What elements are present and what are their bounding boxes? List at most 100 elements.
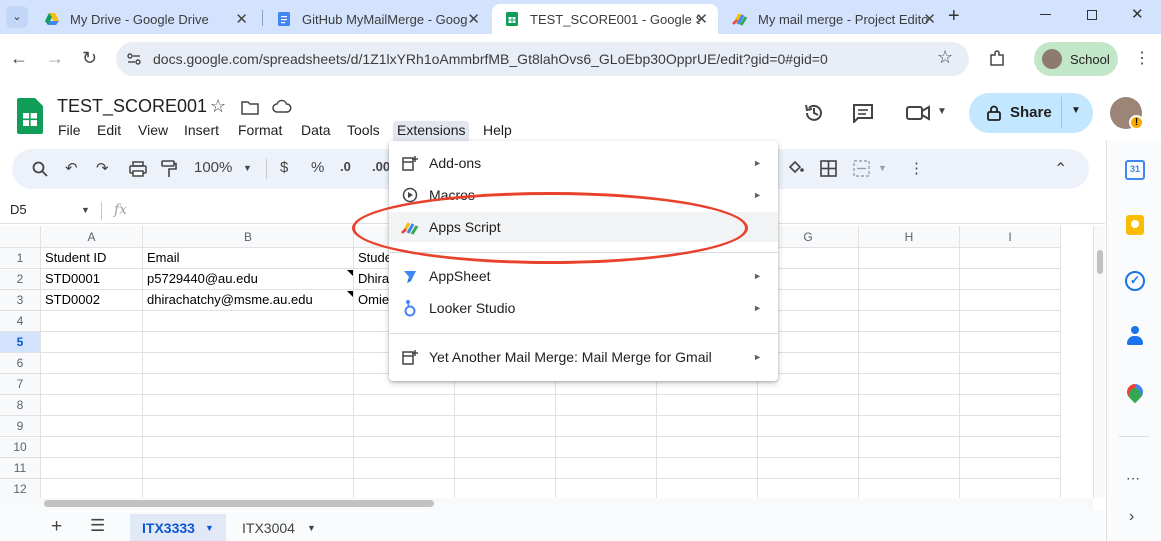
cell-i7[interactable] — [960, 374, 1061, 395]
row-header-4[interactable]: 4 — [0, 311, 41, 332]
cell-a3[interactable]: STD0002 — [41, 290, 143, 311]
cell-g11[interactable] — [758, 458, 859, 479]
maps-icon[interactable] — [1123, 380, 1147, 404]
cell-c12[interactable] — [354, 479, 455, 498]
add-sheet-icon[interactable]: + — [51, 516, 62, 538]
maximize-window-icon[interactable] — [1087, 10, 1097, 20]
cell-a5[interactable] — [41, 332, 143, 353]
print-icon[interactable] — [129, 161, 147, 177]
google-sheets-logo[interactable] — [17, 98, 43, 134]
version-history-icon[interactable] — [803, 102, 825, 124]
menu-extensions[interactable]: Extensions — [393, 121, 470, 143]
browser-tab-my-drive[interactable]: My Drive - Google Drive ✕ — [32, 4, 258, 34]
row-header-5[interactable]: 5 — [0, 332, 41, 353]
cell-e12[interactable] — [556, 479, 657, 498]
tab-search-button[interactable]: ⌄ — [6, 6, 28, 28]
cell-e10[interactable] — [556, 437, 657, 458]
menu-data[interactable]: Data — [297, 121, 335, 143]
cell-h2[interactable] — [859, 269, 960, 290]
cell-b7[interactable] — [143, 374, 354, 395]
menu-edit[interactable]: Edit — [93, 121, 125, 143]
calendar-icon[interactable]: 31 — [1125, 160, 1145, 180]
chevron-down-icon[interactable]: ▼ — [937, 106, 947, 117]
cell-i4[interactable] — [960, 311, 1061, 332]
column-header-a[interactable]: A — [41, 226, 143, 248]
browser-menu-icon[interactable]: ⋮ — [1134, 48, 1150, 68]
cell-f10[interactable] — [657, 437, 758, 458]
cell-b5[interactable] — [143, 332, 354, 353]
menu-tools[interactable]: Tools — [343, 121, 384, 143]
cell-i6[interactable] — [960, 353, 1061, 374]
increase-decimal-button[interactable]: .00 — [372, 159, 390, 174]
select-all-corner[interactable] — [0, 226, 41, 248]
close-tab-icon[interactable]: ✕ — [695, 10, 708, 28]
currency-format-button[interactable]: $ — [280, 159, 288, 176]
cell-c10[interactable] — [354, 437, 455, 458]
close-window-icon[interactable]: ✕ — [1131, 5, 1144, 23]
cell-h1[interactable] — [859, 248, 960, 269]
decrease-decimal-button[interactable]: .0 — [340, 159, 351, 174]
all-sheets-icon[interactable]: ☰ — [90, 516, 105, 536]
cell-a8[interactable] — [41, 395, 143, 416]
move-folder-icon[interactable] — [241, 99, 259, 115]
cell-a7[interactable] — [41, 374, 143, 395]
meet-camera-icon[interactable] — [906, 105, 932, 121]
tasks-icon[interactable]: ✓ — [1125, 271, 1145, 291]
cell-h3[interactable] — [859, 290, 960, 311]
cell-h10[interactable] — [859, 437, 960, 458]
undo-icon[interactable]: ↶ — [65, 159, 78, 177]
more-options-icon[interactable]: ⋮ — [909, 159, 924, 177]
column-header-b[interactable]: B — [143, 226, 354, 248]
close-tab-icon[interactable]: ✕ — [467, 10, 480, 28]
address-bar[interactable]: docs.google.com/spreadsheets/d/1Z1lxYRh1… — [116, 42, 969, 76]
row-header-6[interactable]: 6 — [0, 353, 41, 374]
merge-dropdown-icon[interactable]: ▼ — [878, 163, 887, 173]
close-tab-icon[interactable]: ✕ — [923, 10, 936, 28]
cell-i5[interactable] — [960, 332, 1061, 353]
cell-h12[interactable] — [859, 479, 960, 498]
cell-i1[interactable] — [960, 248, 1061, 269]
cell-i9[interactable] — [960, 416, 1061, 437]
cell-b2[interactable]: p5729440@au.edu — [143, 269, 354, 290]
row-header-11[interactable]: 11 — [0, 458, 41, 479]
menu-file[interactable]: File — [54, 121, 85, 143]
menu-help[interactable]: Help — [479, 121, 516, 143]
zoom-dropdown-icon[interactable]: ▼ — [243, 163, 252, 173]
extensions-puzzle-icon[interactable] — [988, 50, 1006, 68]
cell-g9[interactable] — [758, 416, 859, 437]
cell-b12[interactable] — [143, 479, 354, 498]
cell-c8[interactable] — [354, 395, 455, 416]
cell-h9[interactable] — [859, 416, 960, 437]
cell-i2[interactable] — [960, 269, 1061, 290]
cell-a9[interactable] — [41, 416, 143, 437]
fill-color-icon[interactable] — [787, 158, 805, 176]
row-header-7[interactable]: 7 — [0, 374, 41, 395]
bookmark-star-icon[interactable]: ☆ — [937, 47, 953, 68]
cell-d10[interactable] — [455, 437, 556, 458]
paint-format-icon[interactable] — [161, 160, 177, 178]
cloud-saved-icon[interactable] — [272, 99, 292, 113]
cell-h5[interactable] — [859, 332, 960, 353]
sheet-tab-itx3333[interactable]: ITX3333 ▼ — [130, 514, 226, 541]
cell-b6[interactable] — [143, 353, 354, 374]
cell-a1[interactable]: Student ID — [41, 248, 143, 269]
menu-item-yamm[interactable]: Yet Another Mail Merge: Mail Merge for G… — [389, 342, 778, 372]
cell-a11[interactable] — [41, 458, 143, 479]
redo-icon[interactable]: ↷ — [96, 159, 109, 177]
menu-item-looker-studio[interactable]: Looker Studio ► — [389, 293, 778, 323]
menu-insert[interactable]: Insert — [180, 121, 223, 143]
minimize-window-icon[interactable] — [1040, 14, 1051, 15]
cell-f11[interactable] — [657, 458, 758, 479]
cell-e8[interactable] — [556, 395, 657, 416]
cell-d12[interactable] — [455, 479, 556, 498]
cell-i12[interactable] — [960, 479, 1061, 498]
cell-h6[interactable] — [859, 353, 960, 374]
merge-cells-icon[interactable] — [853, 160, 870, 177]
cell-h11[interactable] — [859, 458, 960, 479]
cell-h8[interactable] — [859, 395, 960, 416]
cell-i11[interactable] — [960, 458, 1061, 479]
cell-i10[interactable] — [960, 437, 1061, 458]
borders-icon[interactable] — [820, 160, 837, 177]
zoom-select[interactable]: 100% — [194, 159, 232, 176]
column-header-h[interactable]: H — [859, 226, 960, 248]
